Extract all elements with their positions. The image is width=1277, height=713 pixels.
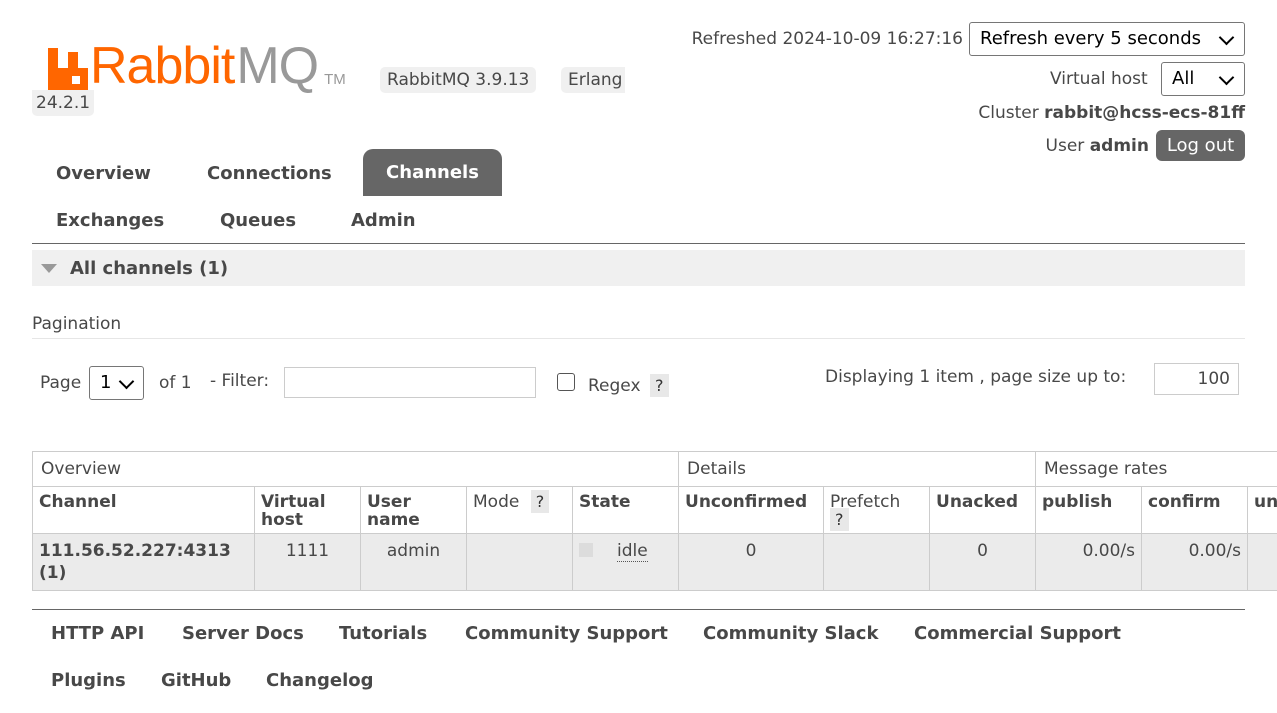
col-header-mode: Mode ? xyxy=(466,486,573,534)
tabs-divider xyxy=(32,243,1245,244)
footer-link-community-support[interactable]: Community Support xyxy=(465,623,668,644)
virtual-host-value: All xyxy=(1172,68,1195,89)
virtual-host-label: Virtual host xyxy=(1050,69,1148,89)
chevron-down-icon xyxy=(1218,29,1235,46)
col-header-confirm[interactable]: confirm xyxy=(1141,486,1249,534)
tab-connections[interactable]: Connections xyxy=(207,163,332,184)
footer-link-tutorials[interactable]: Tutorials xyxy=(339,623,427,644)
refreshed-timestamp: Refreshed 2024-10-09 16:27:16 xyxy=(691,29,963,49)
pagination-divider xyxy=(32,338,1245,339)
col-header-state[interactable]: State xyxy=(571,486,680,534)
state-indicator-icon xyxy=(579,543,593,557)
user-name: admin xyxy=(1089,136,1149,156)
regex-checkbox[interactable] xyxy=(557,373,575,391)
rabbitmq-logo[interactable]: Rabbit MQ TM xyxy=(48,40,346,92)
page-size-input[interactable] xyxy=(1154,363,1239,395)
col-header-unacked[interactable]: Unacked xyxy=(929,486,1037,534)
refresh-interval-value: Refresh every 5 seconds xyxy=(980,28,1202,49)
cell-user-name: admin xyxy=(360,533,467,591)
cluster-info: Cluster rabbit@hcss-ecs-81ff xyxy=(978,103,1245,123)
cell-unroutable-rate xyxy=(1247,533,1277,591)
tab-admin[interactable]: Admin xyxy=(351,210,416,231)
page-label: Page xyxy=(40,373,82,393)
erlang-version-label: Erlang xyxy=(561,67,626,93)
cell-publish-rate: 0.00/s xyxy=(1035,533,1143,591)
footer-link-server-docs[interactable]: Server Docs xyxy=(182,623,304,644)
cell-virtual-host: 1111 xyxy=(254,533,361,591)
tab-channels[interactable]: Channels xyxy=(363,149,502,196)
footer-link-commercial-support[interactable]: Commercial Support xyxy=(914,623,1121,644)
page-select-value: 1 xyxy=(100,372,112,393)
channel-link[interactable]: 111.56.52.227:4313 (1) xyxy=(32,533,255,591)
cluster-name: rabbit@hcss-ecs-81ff xyxy=(1044,103,1245,123)
cell-unconfirmed: 0 xyxy=(678,533,825,591)
logo-trademark: TM xyxy=(324,71,346,88)
tab-overview[interactable]: Overview xyxy=(56,163,151,184)
col-header-mode-label: Mode xyxy=(473,492,520,512)
table-row: 111.56.52.227:4313 (1) 1111 admin idle 0… xyxy=(32,533,1277,591)
logo-word-mq: MQ xyxy=(236,37,319,95)
cluster-label: Cluster xyxy=(978,103,1039,123)
erlang-version-value: 24.2.1 xyxy=(32,90,95,116)
user-label: User xyxy=(1045,136,1085,156)
prefetch-help-icon[interactable]: ? xyxy=(830,508,849,531)
cell-confirm-rate: 0.00/s xyxy=(1141,533,1249,591)
col-header-prefetch: Prefetch ? xyxy=(823,486,931,534)
footer-link-http-api[interactable]: HTTP API xyxy=(51,623,144,644)
page-select[interactable]: 1 xyxy=(89,366,144,400)
logo-word-rabbit: Rabbit xyxy=(90,37,235,95)
section-title[interactable]: All channels (1) xyxy=(70,258,228,279)
footer-link-changelog[interactable]: Changelog xyxy=(266,670,374,691)
pagination-heading: Pagination xyxy=(32,314,122,334)
rabbit-logo-icon xyxy=(48,48,88,92)
cell-prefetch xyxy=(823,533,931,591)
page-count-label: of 1 xyxy=(159,373,192,393)
collapse-triangle-icon[interactable] xyxy=(41,264,57,273)
col-header-user-name[interactable]: User name xyxy=(360,486,467,534)
filter-input[interactable] xyxy=(284,367,536,398)
channels-table-container[interactable]: Overview Details Message rates Channel V… xyxy=(32,451,1277,591)
cell-state: idle xyxy=(571,533,680,591)
regex-label: Regex xyxy=(588,376,641,396)
refresh-interval-select[interactable]: Refresh every 5 seconds xyxy=(969,22,1245,56)
mode-help-icon[interactable]: ? xyxy=(530,490,550,513)
group-header-overview: Overview xyxy=(32,451,680,487)
col-header-unroutable[interactable]: un (d xyxy=(1247,486,1277,534)
footer-link-github[interactable]: GitHub xyxy=(161,670,231,691)
display-count-label: Displaying 1 item , page size up to: xyxy=(825,367,1127,387)
footer-link-community-slack[interactable]: Community Slack xyxy=(703,623,878,644)
col-header-virtual-host[interactable]: Virtual host xyxy=(254,486,361,534)
cell-unacked: 0 xyxy=(929,533,1037,591)
col-header-publish[interactable]: publish xyxy=(1035,486,1143,534)
filter-label: - Filter: xyxy=(210,371,270,391)
state-label: idle xyxy=(617,541,648,562)
tab-queues[interactable]: Queues xyxy=(220,210,296,231)
channels-table: Overview Details Message rates Channel V… xyxy=(32,451,1277,591)
tab-exchanges[interactable]: Exchanges xyxy=(56,210,164,231)
rabbitmq-version-badge: RabbitMQ 3.9.13 xyxy=(380,67,537,93)
chevron-down-icon xyxy=(1218,69,1235,86)
cell-mode xyxy=(466,533,573,591)
col-header-unconfirmed[interactable]: Unconfirmed xyxy=(678,486,825,534)
group-header-details: Details xyxy=(678,451,1037,487)
logout-button[interactable]: Log out xyxy=(1156,130,1245,161)
col-header-channel[interactable]: Channel xyxy=(32,486,255,534)
virtual-host-select[interactable]: All xyxy=(1161,62,1245,96)
regex-help-icon[interactable]: ? xyxy=(650,374,669,397)
group-header-message-rates: Message rates xyxy=(1035,451,1277,487)
user-info: User admin xyxy=(1046,136,1149,156)
chevron-down-icon xyxy=(118,373,135,390)
footer-divider xyxy=(32,609,1245,610)
footer-link-plugins[interactable]: Plugins xyxy=(51,670,126,691)
